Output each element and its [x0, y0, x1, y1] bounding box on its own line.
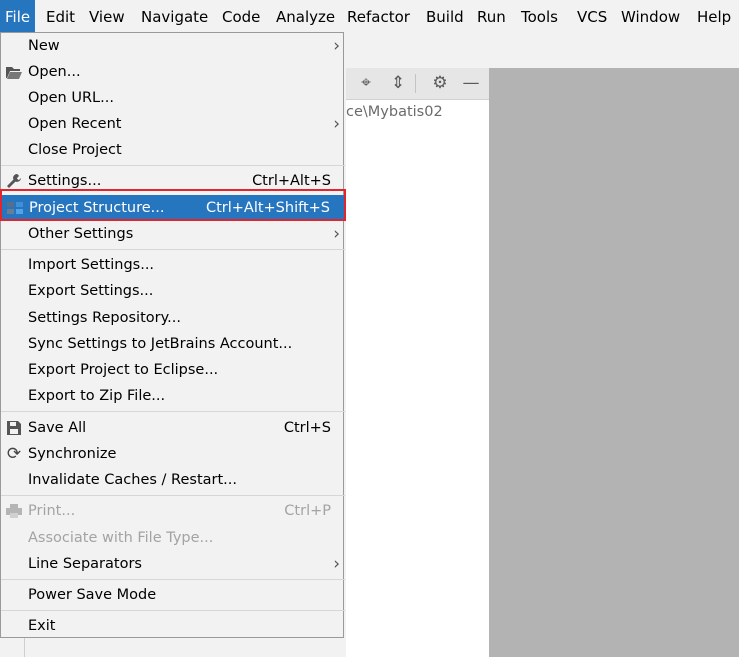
- menu-item-label: Close Project: [28, 142, 122, 158]
- gear-icon[interactable]: ⚙: [431, 74, 449, 92]
- collapse-all-icon[interactable]: ⇕: [389, 74, 407, 92]
- menu-item-label: Line Separators: [28, 556, 142, 572]
- project-path: ce\Mybatis02: [346, 104, 443, 120]
- menu-vcs[interactable]: VCS: [572, 0, 612, 32]
- menu-run[interactable]: Run: [472, 0, 511, 32]
- menu-separator: [1, 165, 345, 166]
- menu-separator: [1, 495, 345, 496]
- highlight-annotation-box: [0, 189, 346, 221]
- menu-separator: [1, 411, 345, 412]
- minimize-icon[interactable]: —: [462, 74, 480, 92]
- menu-item-invalidate-caches[interactable]: Invalidate Caches / Restart...: [1, 467, 345, 493]
- menu-item-label: Print...: [28, 503, 76, 519]
- menu-item-import-settings[interactable]: Import Settings...: [1, 252, 345, 278]
- menu-item-label: New: [28, 38, 60, 54]
- menu-navigate[interactable]: Navigate: [136, 0, 213, 32]
- menu-item-power-save[interactable]: Power Save Mode: [1, 582, 345, 608]
- menu-separator: [1, 610, 345, 611]
- menu-item-new[interactable]: New ›: [1, 33, 345, 59]
- menu-view[interactable]: View: [84, 0, 130, 32]
- menu-item-synchronize[interactable]: ⟳ Synchronize: [1, 441, 345, 467]
- menu-item-label: Open URL...: [28, 90, 114, 106]
- menu-item-sync-settings[interactable]: Sync Settings to JetBrains Account...: [1, 331, 345, 357]
- menu-item-label: Sync Settings to JetBrains Account...: [28, 336, 293, 352]
- project-tree: [346, 100, 489, 657]
- file-menu-dropdown: New › Open... Open URL... Open Recent › …: [0, 32, 345, 639]
- menu-refactor[interactable]: Refactor: [342, 0, 415, 32]
- menu-edit[interactable]: Edit: [41, 0, 80, 32]
- menu-item-label: Associate with File Type...: [28, 530, 214, 546]
- chevron-right-icon: ›: [333, 554, 340, 574]
- toolbar-divider: [415, 74, 416, 93]
- chevron-right-icon: ›: [333, 36, 340, 56]
- menu-item-label: Power Save Mode: [28, 587, 157, 603]
- menu-item-export-settings[interactable]: Export Settings...: [1, 278, 345, 304]
- menu-item-shortcut: Ctrl+P: [284, 503, 331, 519]
- menu-item-label: Export Settings...: [28, 283, 154, 299]
- project-panel-header: ⌖ ⇕ ⚙ —: [346, 68, 489, 100]
- menu-item-save-all[interactable]: Save All Ctrl+S: [1, 415, 345, 441]
- menu-tools[interactable]: Tools: [516, 0, 563, 32]
- menu-item-label: Save All: [28, 420, 87, 436]
- menu-item-open-recent[interactable]: Open Recent ›: [1, 111, 345, 137]
- menu-item-label: Open...: [28, 64, 81, 80]
- save-icon: [5, 419, 23, 437]
- menu-item-open[interactable]: Open...: [1, 59, 345, 85]
- menu-separator: [1, 249, 345, 250]
- menu-item-open-url[interactable]: Open URL...: [1, 85, 345, 111]
- menu-code[interactable]: Code: [217, 0, 265, 32]
- menu-item-label: Import Settings...: [28, 257, 155, 273]
- menu-item-associate-file-type: Associate with File Type...: [1, 525, 345, 551]
- menu-item-close-project[interactable]: Close Project: [1, 137, 345, 163]
- wrench-icon: [5, 172, 23, 190]
- printer-icon: [5, 502, 23, 520]
- menu-separator: [1, 579, 345, 580]
- menu-item-shortcut: Ctrl+S: [283, 420, 331, 436]
- menu-file[interactable]: File: [0, 0, 36, 32]
- menu-item-exit[interactable]: Exit: [1, 613, 345, 639]
- menu-item-label: Invalidate Caches / Restart...: [28, 472, 237, 488]
- sync-icon: ⟳: [6, 444, 22, 464]
- menu-item-label: Other Settings: [28, 226, 134, 242]
- menu-item-export-eclipse[interactable]: Export Project to Eclipse...: [1, 357, 345, 383]
- menu-item-other-settings[interactable]: Other Settings ›: [1, 221, 345, 247]
- menu-item-print: Print... Ctrl+P: [1, 498, 345, 524]
- menu-item-label: Exit: [28, 618, 56, 634]
- menu-item-label: Export to Zip File...: [28, 388, 166, 404]
- chevron-right-icon: ›: [333, 114, 340, 134]
- menu-help[interactable]: Help: [692, 0, 736, 32]
- menu-item-label: Open Recent: [28, 116, 122, 132]
- menu-item-line-separators[interactable]: Line Separators ›: [1, 551, 345, 577]
- menu-item-export-zip[interactable]: Export to Zip File...: [1, 383, 345, 409]
- menu-item-settings-repository[interactable]: Settings Repository...: [1, 305, 345, 331]
- chevron-right-icon: ›: [333, 224, 340, 244]
- menu-item-label: Synchronize: [28, 446, 117, 462]
- menu-bar: File Edit View Navigate Code Analyze Ref…: [0, 0, 739, 32]
- menu-build[interactable]: Build: [421, 0, 469, 32]
- menu-analyze[interactable]: Analyze: [271, 0, 340, 32]
- folder-open-icon: [5, 63, 23, 81]
- menu-item-label: Settings Repository...: [28, 310, 181, 326]
- menu-item-label: Export Project to Eclipse...: [28, 362, 219, 378]
- menu-window[interactable]: Window: [616, 0, 685, 32]
- editor-area: [489, 68, 739, 657]
- locate-icon[interactable]: ⌖: [357, 74, 375, 92]
